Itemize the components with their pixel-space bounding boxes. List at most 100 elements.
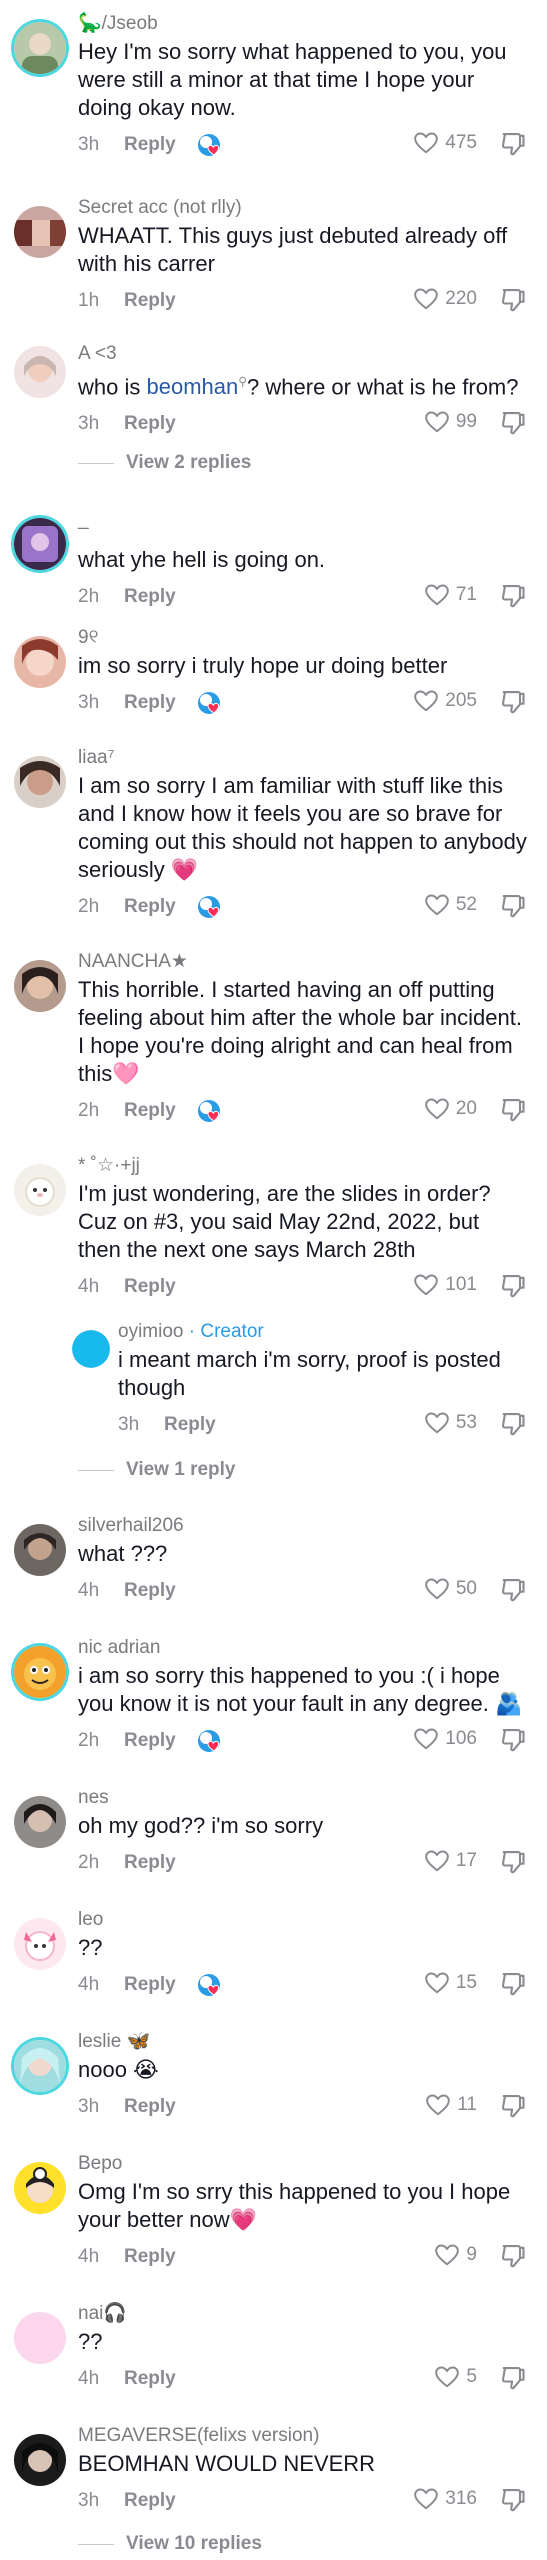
comment-username[interactable]: 9୧: [78, 626, 527, 650]
thumbs-down-icon[interactable]: [499, 1272, 527, 1300]
thumbs-down-icon[interactable]: [499, 1726, 527, 1754]
like-button[interactable]: 316: [413, 2486, 477, 2512]
thumbs-down-icon[interactable]: [499, 130, 527, 158]
avatar[interactable]: [14, 2312, 66, 2364]
comment-username[interactable]: leslie 🦋: [78, 2030, 527, 2054]
avatar[interactable]: [14, 1164, 66, 1216]
comment-username[interactable]: NAANCHA★: [78, 950, 527, 974]
avatar[interactable]: [14, 1918, 66, 1970]
thumbs-down-icon[interactable]: [499, 1848, 527, 1876]
like-button[interactable]: 5: [434, 2364, 477, 2390]
thumbs-down-icon[interactable]: [499, 688, 527, 716]
avatar[interactable]: [14, 1646, 66, 1698]
thumbs-down-icon[interactable]: [499, 2092, 527, 2120]
avatar[interactable]: [14, 2434, 66, 2486]
like-button[interactable]: 106: [413, 1726, 477, 1752]
thumbs-down-icon[interactable]: [499, 286, 527, 314]
reply-button[interactable]: Reply: [124, 413, 176, 435]
comment-time: 3h: [78, 413, 100, 435]
avatar[interactable]: [14, 2162, 66, 2214]
thumbs-down-icon[interactable]: [499, 1096, 527, 1124]
view-replies-button[interactable]: View 1 reply: [78, 1459, 236, 1481]
like-count: 316: [445, 2488, 477, 2509]
comment-username[interactable]: Secret acc (not rlly): [78, 196, 527, 220]
reply-button[interactable]: Reply: [124, 134, 176, 156]
like-button[interactable]: 475: [413, 130, 477, 156]
reply-button[interactable]: Reply: [124, 586, 176, 608]
thumbs-down-icon[interactable]: [499, 1576, 527, 1604]
like-button[interactable]: 220: [413, 286, 477, 312]
reply-button[interactable]: Reply: [124, 1730, 176, 1752]
like-button[interactable]: 71: [424, 582, 477, 608]
like-button[interactable]: 50: [424, 1576, 477, 1602]
thumbs-down-icon[interactable]: [499, 2486, 527, 2514]
view-replies-button[interactable]: View 10 replies: [78, 2533, 262, 2555]
comment-username[interactable]: MEGAVERSE(felixs version): [78, 2424, 527, 2448]
avatar[interactable]: [14, 960, 66, 1012]
reply-button[interactable]: Reply: [124, 1852, 176, 1874]
like-button[interactable]: 15: [424, 1970, 477, 1996]
reply-button[interactable]: Reply: [124, 1580, 176, 1602]
comment-username[interactable]: 🦕/Jseob: [78, 12, 527, 36]
reply-button[interactable]: Reply: [124, 2246, 176, 2268]
comment-username[interactable]: _: [78, 508, 527, 532]
comment-username[interactable]: liaa⁷: [78, 746, 527, 770]
like-button[interactable]: 11: [425, 2092, 477, 2118]
reply-button[interactable]: Reply: [124, 2096, 176, 2118]
reply-button[interactable]: Reply: [124, 1100, 176, 1122]
thumbs-down-icon[interactable]: [499, 1410, 527, 1438]
thumbs-down-icon[interactable]: [499, 1970, 527, 1998]
reply-button[interactable]: Reply: [124, 1974, 176, 1996]
thumbs-down-icon[interactable]: [499, 409, 527, 437]
reply-button[interactable]: Reply: [124, 290, 176, 312]
comment-username[interactable]: * ˚☆·+jj: [78, 1154, 527, 1178]
comment-username[interactable]: nes: [78, 1786, 527, 1810]
reply-button[interactable]: Reply: [164, 1414, 216, 1436]
avatar[interactable]: [14, 756, 66, 808]
comment-username[interactable]: leo: [78, 1908, 527, 1932]
avatar[interactable]: [14, 636, 66, 688]
comment-username[interactable]: silverhail206: [78, 1514, 527, 1538]
like-count: 9: [466, 2244, 477, 2265]
like-button[interactable]: 53: [424, 1410, 477, 1436]
like-count: 71: [455, 584, 477, 605]
like-button[interactable]: 9: [434, 2242, 477, 2268]
heart-outline-icon: [413, 286, 439, 312]
reply-button[interactable]: Reply: [124, 692, 176, 714]
comment-text: nooo 😭: [78, 2057, 159, 2082]
like-button[interactable]: 205: [413, 688, 477, 714]
like-button[interactable]: 20: [424, 1096, 477, 1122]
comment-time: 3h: [118, 1414, 140, 1435]
comment-username[interactable]: nic adrian: [78, 1636, 527, 1660]
reply-button[interactable]: Reply: [124, 2490, 176, 2512]
avatar[interactable]: [14, 346, 66, 398]
comment-text: BEOMHAN WOULD NEVERR: [78, 2451, 376, 2476]
avatar[interactable]: [14, 518, 66, 570]
thumbs-down-icon[interactable]: [499, 582, 527, 610]
creator-liked-heart-icon: [196, 894, 222, 920]
thumbs-down-icon[interactable]: [499, 892, 527, 920]
comment-username[interactable]: Bepo: [78, 2152, 527, 2176]
view-replies-button[interactable]: View 2 replies: [78, 452, 251, 474]
avatar[interactable]: [14, 206, 66, 258]
reply-button[interactable]: Reply: [124, 896, 176, 918]
like-button[interactable]: 101: [413, 1272, 477, 1298]
reply-button[interactable]: Reply: [124, 1276, 176, 1298]
comment-username[interactable]: oyimioo · Creator: [118, 1320, 527, 1344]
comment-username[interactable]: nai🎧: [78, 2302, 527, 2326]
like-button[interactable]: 99: [424, 409, 477, 435]
avatar[interactable]: [14, 2040, 66, 2092]
heart-outline-icon: [413, 2486, 439, 2512]
avatar[interactable]: [14, 1796, 66, 1848]
creator-avatar[interactable]: [72, 1330, 110, 1368]
like-button[interactable]: 52: [424, 892, 477, 918]
thumbs-down-icon[interactable]: [499, 2242, 527, 2270]
avatar[interactable]: [14, 1524, 66, 1576]
like-button[interactable]: 17: [424, 1848, 477, 1874]
divider: [78, 462, 114, 464]
thumbs-down-icon[interactable]: [499, 2364, 527, 2392]
avatar[interactable]: [14, 22, 66, 74]
reply-button[interactable]: Reply: [124, 2368, 176, 2390]
search-mention-link[interactable]: beomhan⚲: [146, 374, 247, 399]
comment-username[interactable]: A <3: [78, 342, 527, 366]
